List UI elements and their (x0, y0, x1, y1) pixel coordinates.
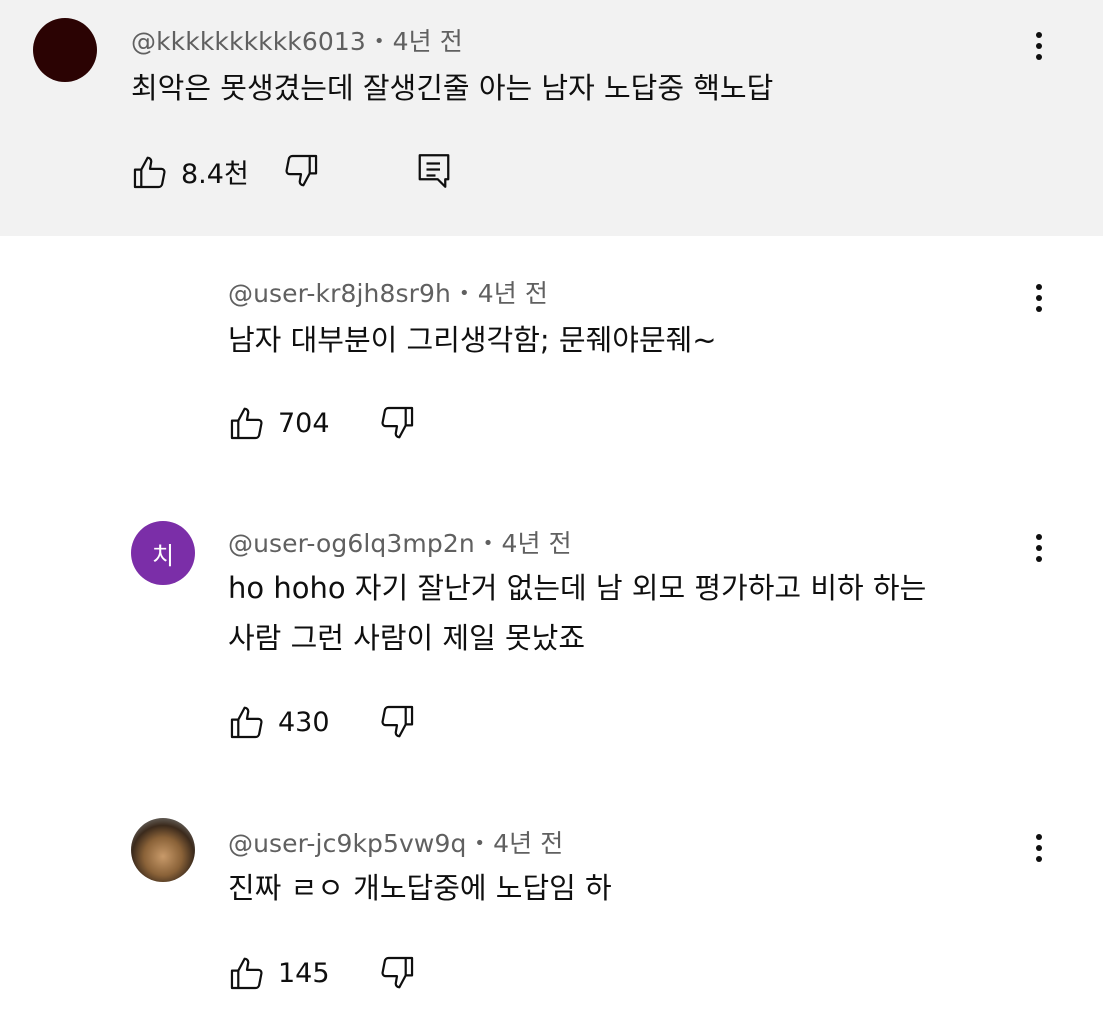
like-count: 8.4천 (181, 159, 249, 190)
comment-time[interactable]: 4년 전 (502, 529, 572, 558)
comment-time[interactable]: 4년 전 (493, 829, 563, 858)
like-button[interactable]: 430 (228, 703, 330, 741)
comment-time[interactable]: 4년 전 (393, 27, 463, 56)
separator: • (373, 31, 385, 52)
like-count: 145 (278, 957, 330, 989)
more-vertical-icon (1036, 834, 1042, 840)
thumbs-down-icon (282, 152, 320, 190)
comment-header: @user-kr8jh8sr9h • 4년 전 (228, 274, 548, 310)
author-name[interactable]: @kkkkkkkkkk6013 (131, 27, 366, 56)
more-vertical-icon (1036, 534, 1042, 540)
separator: • (482, 533, 494, 554)
dislike-button[interactable] (378, 954, 416, 992)
like-count: 704 (278, 407, 330, 439)
dislike-button[interactable] (378, 703, 416, 741)
comment-text-line-2: 사람 그런 사람이 제일 못났죠 (228, 621, 586, 655)
author-name[interactable]: @user-og6lq3mp2n (228, 529, 475, 558)
dislike-button[interactable] (282, 152, 320, 190)
separator: • (474, 833, 486, 854)
avatar[interactable]: 치 (131, 521, 195, 585)
more-button[interactable] (1033, 530, 1045, 570)
thumbs-up-icon (228, 703, 266, 741)
more-button[interactable] (1033, 830, 1045, 870)
thumbs-up-icon (228, 404, 266, 442)
comment-text: 최악은 못생겼는데 잘생긴줄 아는 남자 노답중 핵노답 (131, 71, 774, 105)
comment-header: @user-jc9kp5vw9q • 4년 전 (228, 824, 563, 860)
like-button[interactable]: 704 (228, 404, 330, 442)
reply-comment: 치 @user-og6lq3mp2n • 4년 전 ho hoho 자기 잘난거 없… (0, 486, 1103, 786)
avatar[interactable] (131, 818, 195, 882)
reply-comment: @user-kr8jh8sr9h • 4년 전 남자 대부분이 그리생각함; 문줴야… (0, 236, 1103, 486)
reply-button[interactable] (416, 151, 452, 191)
more-button[interactable] (1033, 28, 1045, 68)
comment-text: 진짜 ㄹㅇ 개노답중에 노답임 하 (228, 871, 612, 905)
comment-thread-top: @kkkkkkkkkk6013 • 4년 전 최악은 못생겼는데 잘생긴줄 아는 남… (0, 0, 1103, 236)
thumbs-up-icon (228, 954, 266, 992)
like-button[interactable]: 145 (228, 954, 330, 992)
more-button[interactable] (1033, 280, 1045, 320)
comment-time[interactable]: 4년 전 (478, 279, 548, 308)
comment-text: 남자 대부분이 그리생각함; 문줴야문줴~ (228, 323, 717, 357)
dislike-button[interactable] (378, 404, 416, 442)
avatar[interactable] (33, 18, 97, 82)
like-button[interactable]: 8.4천 (131, 152, 249, 191)
thumbs-up-icon (131, 153, 169, 191)
more-vertical-icon (1036, 32, 1042, 38)
comment-header: @user-og6lq3mp2n • 4년 전 (228, 524, 572, 560)
avatar-letter: 치 (151, 541, 175, 570)
reply-comment: @user-jc9kp5vw9q • 4년 전 진짜 ㄹㅇ 개노답중에 노답임 하 … (0, 786, 1103, 1024)
thumbs-down-icon (378, 703, 416, 741)
reply-icon (416, 151, 452, 191)
like-count: 430 (278, 706, 330, 738)
comment-text-line-1: ho hoho 자기 잘난거 없는데 남 외모 평가하고 비하 하는 (228, 571, 927, 605)
separator: • (458, 283, 470, 304)
more-vertical-icon (1036, 284, 1042, 290)
author-name[interactable]: @user-jc9kp5vw9q (228, 829, 466, 858)
author-name[interactable]: @user-kr8jh8sr9h (228, 279, 451, 308)
comment-header: @kkkkkkkkkk6013 • 4년 전 (131, 22, 463, 58)
thumbs-down-icon (378, 404, 416, 442)
thumbs-down-icon (378, 954, 416, 992)
